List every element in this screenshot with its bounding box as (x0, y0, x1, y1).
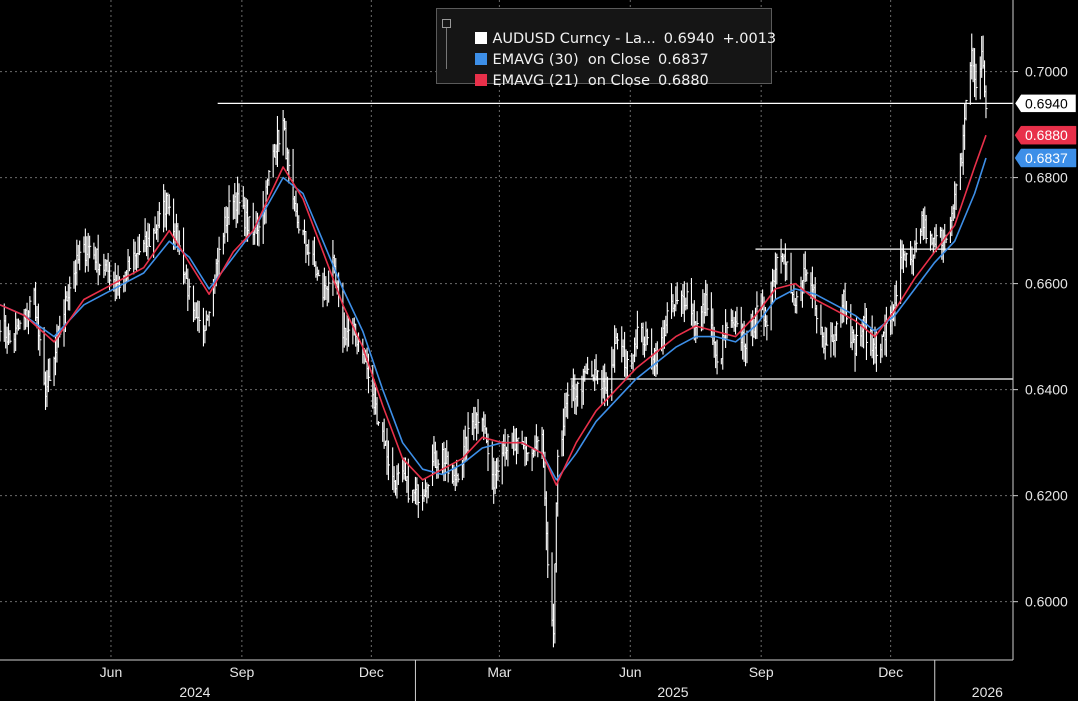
legend-row-ema21: EMAVG (21) on Close 0.6880 (457, 57, 709, 89)
y-tick-label: 0.6800 (1025, 170, 1068, 186)
y-tick-label: 0.6000 (1025, 594, 1068, 610)
x-tick-label: Sep (749, 664, 774, 680)
x-tick-label: Jun (100, 664, 123, 680)
year-label: 2026 (972, 684, 1003, 700)
year-label: 2025 (657, 684, 688, 700)
legend-change-audusd: +.0013 (722, 31, 777, 47)
legend-row-audusd: AUDUSD Curncy - La... 0.6940 +.0013 (457, 15, 776, 47)
audusd-series (0, 33, 988, 648)
value-label-text: 0.6940 (1025, 95, 1068, 111)
value-label: 0.6880 (1014, 125, 1077, 145)
value-label-text: 0.6837 (1025, 150, 1068, 166)
legend-value-ema21: 0.6880 (658, 73, 709, 89)
x-tick-label: Jun (619, 664, 642, 680)
y-tick-label: 0.6600 (1025, 276, 1068, 292)
ema30-series (0, 157, 987, 481)
x-tick-label: Dec (878, 664, 903, 680)
price-chart: 0.6000 0.6200 0.6400 0.6600 0.6800 0.7000 Jun… (0, 0, 1077, 701)
ema-line-emavg21 (0, 134, 987, 486)
x-tick-label: Sep (229, 664, 254, 680)
value-label-text: 0.6880 (1025, 127, 1068, 143)
y-tick-label: 0.6400 (1025, 382, 1068, 398)
horizontal-reference-lines (217, 102, 1013, 380)
collapse-box-icon[interactable] (442, 19, 451, 28)
value-label: 0.6837 (1014, 148, 1077, 168)
legend-row-ema30: EMAVG (30) on Close 0.6837 (457, 36, 709, 68)
y-tick-label: 0.7000 (1025, 64, 1068, 80)
legend-swatch-ema21 (475, 74, 488, 86)
last-value-labels: 0.6940 0.6880 0.6837 (1014, 94, 1077, 168)
legend-collapse-control[interactable] (442, 19, 454, 69)
x-tick-label: Mar (487, 664, 511, 680)
year-label: 2024 (179, 684, 210, 700)
y-tick-label: 0.6200 (1025, 488, 1068, 504)
ema21-series (0, 134, 987, 486)
x-axis-tick-labels: Jun Sep Dec Mar Jun Sep Dec 2024 2025 2026 (100, 664, 1003, 700)
ema-line-emavg30 (0, 157, 987, 481)
legend-label-ema21: EMAVG (21) on Close (492, 73, 651, 89)
chart-legend[interactable]: AUDUSD Curncy - La... 0.6940 +.0013 EMAVG … (436, 8, 776, 89)
y-axis-tick-labels: 0.6000 0.6200 0.6400 0.6600 0.6800 0.7000 (1013, 64, 1068, 610)
x-tick-label: Dec (359, 664, 384, 680)
chart-axes (0, 0, 1014, 701)
value-label: 0.6940 (1014, 94, 1077, 113)
